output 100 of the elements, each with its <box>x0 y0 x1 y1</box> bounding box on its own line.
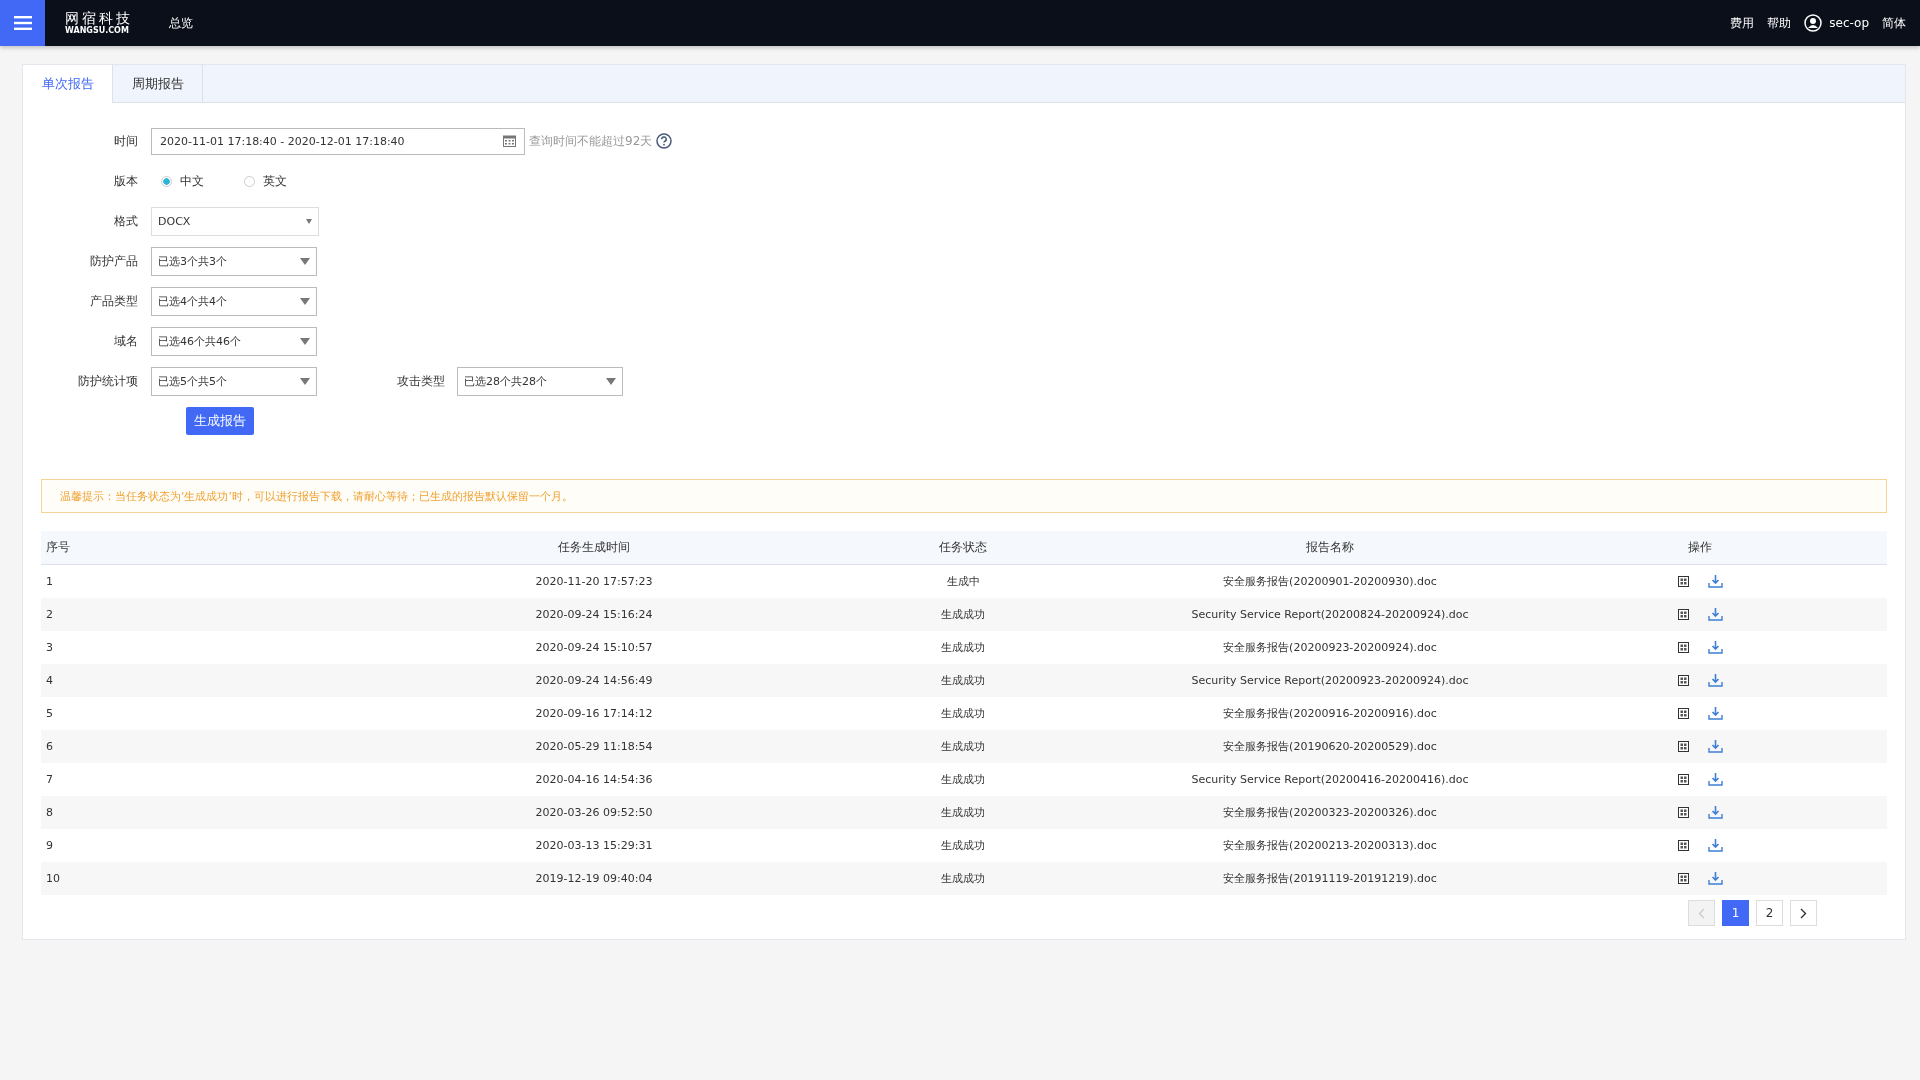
table-cell: 2020-05-29 11:18:54 <box>535 740 653 753</box>
table-cell: 生成成功 <box>941 772 985 787</box>
table-cell: 2019-12-19 09:40:04 <box>535 872 653 885</box>
chevron-left-icon <box>1698 907 1705 919</box>
table-cell: 生成成功 <box>941 607 985 622</box>
menu-button[interactable] <box>0 0 45 46</box>
generate-report-button[interactable]: 生成报告 <box>186 407 254 435</box>
table-view-icon[interactable] <box>1677 741 1689 752</box>
download-icon[interactable] <box>1707 674 1723 687</box>
table-view-icon[interactable] <box>1677 642 1689 653</box>
table-cell: 2020-04-16 14:54:36 <box>535 773 653 786</box>
radio-label[interactable]: 中文 <box>180 172 204 190</box>
tab[interactable]: 单次报告 <box>23 65 113 103</box>
field-label: 版本 <box>113 172 139 190</box>
format-dropdown[interactable]: DOCX <box>151 206 319 236</box>
multi-select-dropdown[interactable]: 已选5个共5个 <box>151 366 317 396</box>
nav-link[interactable]: 总览 <box>169 14 193 32</box>
table-cell: 2020-03-13 15:29:31 <box>535 839 653 852</box>
multi-select-dropdown[interactable]: 已选46个共46个 <box>151 326 317 356</box>
table-view-icon[interactable] <box>1677 609 1689 620</box>
table-cell: 生成成功 <box>941 640 985 655</box>
table-cell: 安全服务报告(20191119-20191219).doc <box>1223 871 1437 886</box>
download-icon[interactable] <box>1707 839 1723 852</box>
download-icon[interactable] <box>1707 575 1723 588</box>
table-cell: 生成成功 <box>941 838 985 853</box>
table-view-icon[interactable] <box>1677 840 1689 851</box>
table-cell: 安全服务报告(20200213-20200313).doc <box>1223 838 1437 853</box>
table-cell-text: 5 <box>45 707 53 720</box>
field-label: 防护统计项 <box>77 372 139 390</box>
radio-button[interactable] <box>244 175 255 187</box>
user-name[interactable]: sec-op <box>1829 16 1869 30</box>
table-view-icon[interactable] <box>1677 774 1689 785</box>
table-cell: 安全服务报告(20200916-20200916).doc <box>1223 706 1437 721</box>
table-view-icon[interactable] <box>1677 708 1689 719</box>
table-cell: 安全服务报告(20200901-20200930).doc <box>1223 574 1437 589</box>
multi-select-dropdown[interactable]: 已选28个共28个 <box>457 366 623 396</box>
user-icon[interactable] <box>1804 14 1823 32</box>
multi-select-dropdown[interactable]: 已选4个共4个 <box>151 286 317 316</box>
notice-text: 温馨提示：当任务状态为‘生成成功’时，可以进行报告下载，请耐心等待；已生成的报告默认保留一个月。 <box>60 488 573 504</box>
download-icon[interactable] <box>1707 707 1723 720</box>
table-cell: 生成成功 <box>941 706 985 721</box>
table-cell: 生成成功 <box>941 739 985 754</box>
download-icon[interactable] <box>1707 608 1723 621</box>
table-view-icon[interactable] <box>1677 576 1689 587</box>
table-cell: 2020-09-24 15:10:57 <box>535 641 653 654</box>
field-label: 格式 <box>113 212 139 230</box>
calendar-icon[interactable] <box>503 135 516 147</box>
table-cell: 生成中 <box>946 574 980 589</box>
multi-select-dropdown[interactable]: 已选3个共3个 <box>151 246 317 276</box>
table-cell: 安全服务报告(20200323-20200326).doc <box>1223 805 1437 820</box>
table-cell: 生成成功 <box>941 871 985 886</box>
field-label: 产品类型 <box>89 292 139 310</box>
table-view-icon[interactable] <box>1677 873 1689 884</box>
table-cell: Security Service Report(20200824-20200924).doc <box>1191 608 1469 621</box>
help-icon[interactable] <box>656 133 673 149</box>
language-link[interactable]: 简体 <box>1882 14 1906 32</box>
header-link[interactable]: 帮助 <box>1767 14 1792 32</box>
table-cell-text: 7 <box>45 773 53 786</box>
table-cell: Security Service Report(20200923-20200924).doc <box>1191 674 1469 687</box>
radio-button[interactable] <box>161 175 172 187</box>
table-cell-text: 3 <box>45 641 53 654</box>
table-cell-text: 4 <box>45 674 53 687</box>
page-button[interactable]: 2 <box>1756 900 1783 926</box>
logo-text: 网宿科技 <box>65 11 133 25</box>
table-cell: 2020-09-24 14:56:49 <box>535 674 653 687</box>
table-cell-text: 6 <box>45 740 53 753</box>
table-cell: 安全服务报告(20200923-20200924).doc <box>1223 640 1437 655</box>
date-range-field[interactable]: 2020-11-01 17:18:40 - 2020-12-01 17:18:40 <box>151 127 525 155</box>
download-icon[interactable] <box>1707 806 1723 819</box>
column-header: 报告名称 <box>1306 539 1354 556</box>
next-page-button[interactable] <box>1790 900 1817 926</box>
table-cell-text: 1 <box>45 575 53 588</box>
field-label: 攻击类型 <box>396 372 446 390</box>
column-header: 操作 <box>1688 539 1712 556</box>
table-view-icon[interactable] <box>1677 675 1689 686</box>
field-value: 2020-11-01 17:18:40 - 2020-12-01 17:18:40 <box>160 134 405 148</box>
column-header: 任务生成时间 <box>558 539 630 556</box>
table-cell: 2020-09-24 15:16:24 <box>535 608 653 621</box>
field-label: 防护产品 <box>89 252 139 270</box>
hint-text: 查询时间不能超过92天 <box>529 132 653 150</box>
chevron-right-icon <box>1800 907 1807 919</box>
download-icon[interactable] <box>1707 872 1723 885</box>
radio-label[interactable]: 英文 <box>263 172 287 190</box>
table-cell: 2020-03-26 09:52:50 <box>535 806 653 819</box>
download-icon[interactable] <box>1707 641 1723 654</box>
table-cell-text: 10 <box>45 872 60 885</box>
table-cell: Security Service Report(20200416-20200416).doc <box>1191 773 1469 786</box>
page-button[interactable]: 1 <box>1722 900 1749 926</box>
header-link[interactable]: 费用 <box>1730 14 1755 32</box>
field-label: 域名 <box>113 332 139 350</box>
menu-icon <box>13 16 32 30</box>
table-cell: 2020-09-16 17:14:12 <box>535 707 653 720</box>
table-cell: 生成成功 <box>941 673 985 688</box>
logo-subtext: WANGSU.COM <box>65 27 130 35</box>
field-label: 时间 <box>113 132 139 150</box>
download-icon[interactable] <box>1707 740 1723 753</box>
table-view-icon[interactable] <box>1677 807 1689 818</box>
download-icon[interactable] <box>1707 773 1723 786</box>
column-header: 任务状态 <box>939 539 987 556</box>
table-cell-text: 8 <box>45 806 53 819</box>
